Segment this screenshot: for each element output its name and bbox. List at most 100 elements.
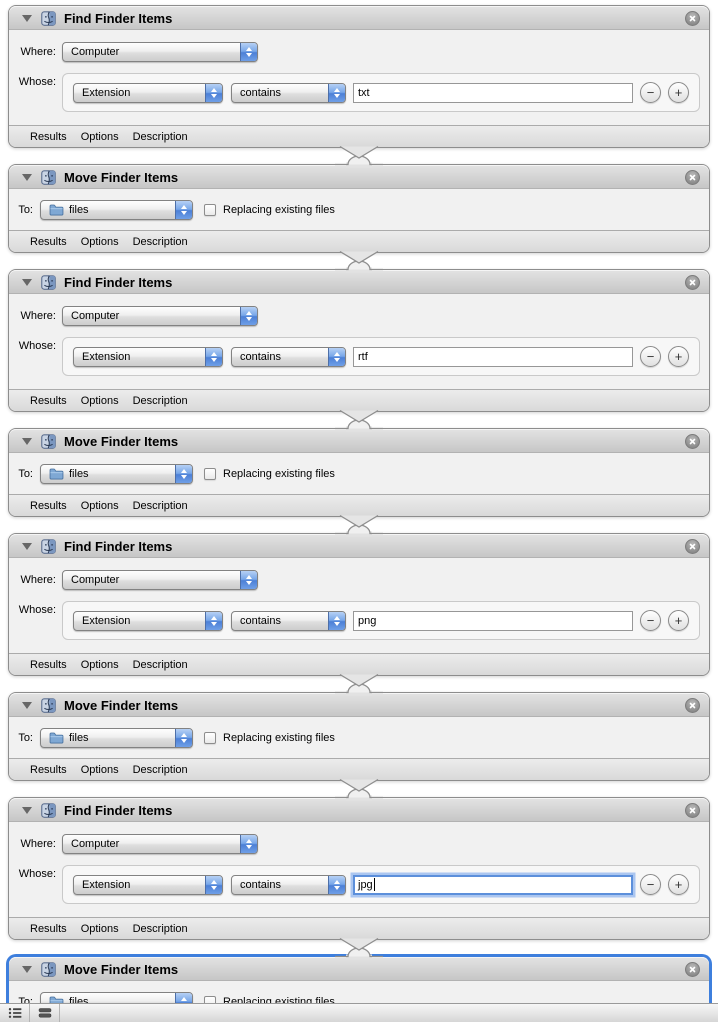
criteria-groupbox: Extension contains jpg − + <box>62 865 700 904</box>
results-link[interactable]: Results <box>30 923 67 935</box>
results-link[interactable]: Results <box>30 659 67 671</box>
action-connector <box>8 145 710 169</box>
relation-popup[interactable]: contains <box>231 874 346 895</box>
destination-popup[interactable]: files <box>40 728 193 748</box>
add-criterion-button[interactable]: + <box>668 82 689 103</box>
disclosure-triangle-icon[interactable] <box>22 542 32 550</box>
where-popup[interactable]: Computer <box>62 570 258 590</box>
close-icon[interactable] <box>685 169 700 185</box>
destination-popup[interactable]: files <box>40 200 193 220</box>
disclosure-triangle-icon[interactable] <box>22 437 32 445</box>
options-link[interactable]: Options <box>81 395 119 407</box>
description-link[interactable]: Description <box>133 923 188 935</box>
options-link[interactable]: Options <box>81 131 119 143</box>
popup-arrows-icon <box>205 83 222 102</box>
options-link[interactable]: Options <box>81 764 119 776</box>
list-view-icon[interactable] <box>0 1004 29 1022</box>
action-title: Find Finder Items <box>64 538 173 554</box>
description-link[interactable]: Description <box>133 236 188 248</box>
to-label: To: <box>18 204 33 216</box>
results-link[interactable]: Results <box>30 764 67 776</box>
popup-arrows-icon <box>328 875 345 894</box>
description-link[interactable]: Description <box>133 764 188 776</box>
action-find-finder-items-3[interactable]: Find Finder Items Where: Computer Whose:… <box>8 533 710 676</box>
disclosure-triangle-icon[interactable] <box>22 278 32 286</box>
disclosure-triangle-icon[interactable] <box>22 806 32 814</box>
value-field[interactable]: txt <box>353 82 633 103</box>
statusbar-divider <box>59 1004 60 1022</box>
to-label: To: <box>18 732 33 744</box>
close-icon[interactable] <box>685 697 700 713</box>
replacing-checkbox[interactable] <box>204 732 216 744</box>
options-link[interactable]: Options <box>81 236 119 248</box>
popup-arrows-icon <box>240 43 257 61</box>
popup-arrows-icon <box>240 307 257 325</box>
remove-criterion-button[interactable]: − <box>640 82 661 103</box>
relation-popup[interactable]: contains <box>231 610 346 631</box>
popup-arrows-icon <box>175 201 192 219</box>
options-link[interactable]: Options <box>81 500 119 512</box>
close-icon[interactable] <box>685 802 700 818</box>
options-link[interactable]: Options <box>81 659 119 671</box>
description-link[interactable]: Description <box>133 395 188 407</box>
where-popup[interactable]: Computer <box>62 42 258 62</box>
disclosure-triangle-icon[interactable] <box>22 965 32 973</box>
where-label: Where: <box>20 46 56 58</box>
disclosure-triangle-icon[interactable] <box>22 701 32 709</box>
disclosure-triangle-icon[interactable] <box>22 14 32 22</box>
action-move-finder-items-2[interactable]: Move Finder Items To: files Replacing ex… <box>8 428 710 517</box>
where-popup[interactable]: Computer <box>62 834 258 854</box>
where-popup[interactable]: Computer <box>62 306 258 326</box>
replacing-checkbox[interactable] <box>204 468 216 480</box>
attribute-popup[interactable]: Extension <box>73 610 223 631</box>
results-link[interactable]: Results <box>30 395 67 407</box>
remove-criterion-button[interactable]: − <box>640 874 661 895</box>
disclosure-triangle-icon[interactable] <box>22 173 32 181</box>
action-move-finder-items-3[interactable]: Move Finder Items To: files Replacing ex… <box>8 692 710 781</box>
criteria-groupbox: Extension contains png − + <box>62 601 700 640</box>
action-find-finder-items-1[interactable]: Find Finder Items Where: Computer Whose:… <box>8 5 710 148</box>
remove-criterion-button[interactable]: − <box>640 346 661 367</box>
action-header[interactable]: Find Finder Items <box>9 6 709 30</box>
criteria-groupbox: Extension contains txt − + <box>62 73 700 112</box>
action-connector <box>8 778 710 802</box>
attribute-popup[interactable]: Extension <box>73 82 223 103</box>
text-caret <box>373 878 375 891</box>
description-link[interactable]: Description <box>133 659 188 671</box>
close-icon[interactable] <box>685 538 700 554</box>
action-footer: Results Options Description <box>9 494 709 516</box>
description-link[interactable]: Description <box>133 500 188 512</box>
relation-popup[interactable]: contains <box>231 346 346 367</box>
popup-arrows-icon <box>175 465 192 483</box>
action-connector <box>8 937 710 961</box>
workflow-segments-icon[interactable] <box>30 1004 59 1022</box>
value-field[interactable]: png <box>353 610 633 631</box>
remove-criterion-button[interactable]: − <box>640 610 661 631</box>
action-find-finder-items-4[interactable]: Find Finder Items Where: Computer Whose:… <box>8 797 710 940</box>
action-move-finder-items-1[interactable]: Move Finder Items To: files Replacing ex… <box>8 164 710 253</box>
popup-arrows-icon <box>240 835 257 853</box>
destination-popup[interactable]: files <box>40 464 193 484</box>
results-link[interactable]: Results <box>30 131 67 143</box>
close-icon[interactable] <box>685 10 700 26</box>
finder-icon <box>41 10 56 26</box>
attribute-popup[interactable]: Extension <box>73 874 223 895</box>
options-link[interactable]: Options <box>81 923 119 935</box>
close-icon[interactable] <box>685 961 700 977</box>
attribute-popup[interactable]: Extension <box>73 346 223 367</box>
action-title: Move Finder Items <box>64 169 179 185</box>
value-field-focused[interactable]: jpg <box>353 874 633 895</box>
action-find-finder-items-2[interactable]: Find Finder Items Where: Computer Whose:… <box>8 269 710 412</box>
description-link[interactable]: Description <box>133 131 188 143</box>
close-icon[interactable] <box>685 433 700 449</box>
results-link[interactable]: Results <box>30 500 67 512</box>
relation-popup[interactable]: contains <box>231 82 346 103</box>
replacing-checkbox[interactable] <box>204 204 216 216</box>
add-criterion-button[interactable]: + <box>668 874 689 895</box>
folder-icon <box>49 468 64 480</box>
results-link[interactable]: Results <box>30 236 67 248</box>
value-field[interactable]: rtf <box>353 346 633 367</box>
add-criterion-button[interactable]: + <box>668 346 689 367</box>
close-icon[interactable] <box>685 274 700 290</box>
add-criterion-button[interactable]: + <box>668 610 689 631</box>
